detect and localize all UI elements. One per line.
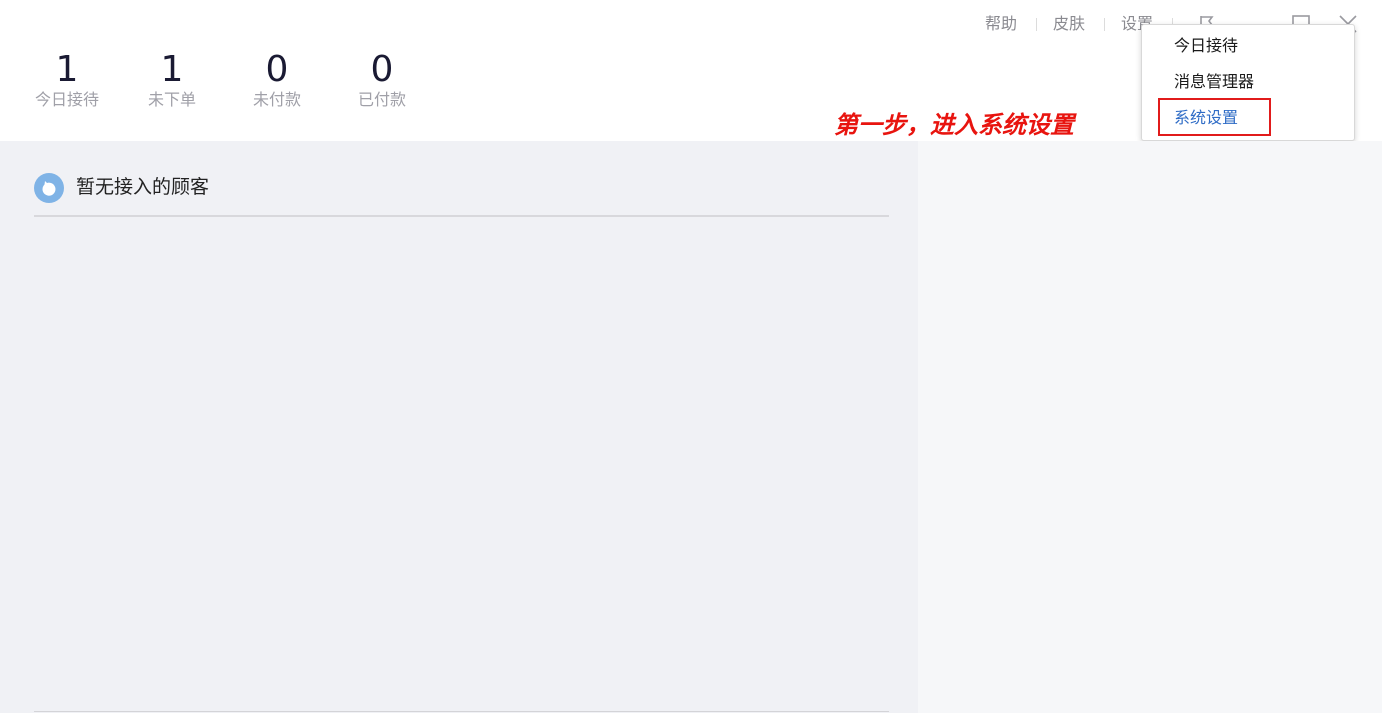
skin-link[interactable]: 皮肤 <box>1053 11 1085 37</box>
highlight-box <box>1158 98 1271 136</box>
divider <box>34 711 889 712</box>
empty-text: 暂无接入的顾客 <box>76 176 210 198</box>
menu-item-message-manager[interactable]: 消息管理器 <box>1174 70 1254 94</box>
customer-list-panel: 暂无接入的顾客 <box>0 141 918 713</box>
help-link[interactable]: 帮助 <box>985 11 1017 37</box>
stat-label: 未下单 <box>147 90 196 109</box>
stat-not-ordered[interactable]: 1 未下单 <box>122 48 222 111</box>
detail-panel <box>918 141 1382 713</box>
menu-item-today-received[interactable]: 今日接待 <box>1174 34 1238 58</box>
stat-label: 今日接待 <box>34 90 99 109</box>
empty-customer-icon <box>34 173 64 203</box>
stat-value: 0 <box>370 49 394 90</box>
stat-value: 1 <box>55 49 79 90</box>
stat-unpaid[interactable]: 0 未付款 <box>227 48 327 111</box>
separator <box>1104 18 1105 31</box>
stat-value: 1 <box>160 49 184 90</box>
stat-label: 已付款 <box>357 90 406 109</box>
separator <box>1036 18 1037 31</box>
settings-dropdown-menu: 今日接待 消息管理器 系统设置 <box>1141 24 1355 141</box>
step-annotation: 第一步，进入系统设置 <box>834 111 1074 139</box>
stat-label: 未付款 <box>252 90 301 109</box>
stat-paid[interactable]: 0 已付款 <box>332 48 432 111</box>
stat-value: 0 <box>265 49 289 90</box>
divider <box>34 215 889 217</box>
stat-today-received[interactable]: 1 今日接待 <box>17 48 117 111</box>
